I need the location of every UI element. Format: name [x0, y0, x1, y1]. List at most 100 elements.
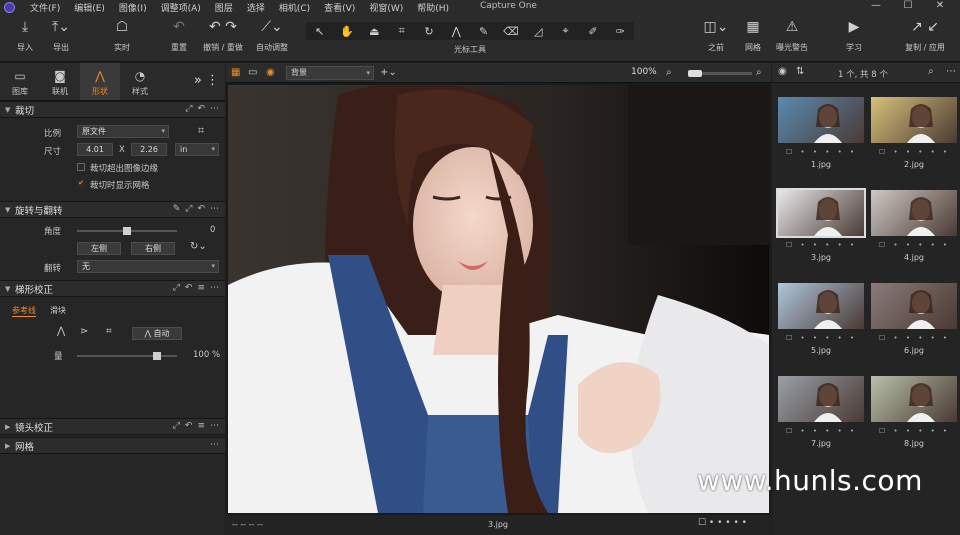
lens-section-header[interactable]: ▶ 镜头校正 ⤢ ↶ ≡ ⋯	[0, 418, 225, 435]
maximize-button[interactable]: ☐	[892, 0, 924, 11]
search-icon[interactable]: ⌕	[928, 66, 934, 77]
before-button[interactable]: ◫⌄ 之前	[700, 18, 732, 53]
thumbnail-rating[interactable]: ☐ • • • • •	[879, 427, 950, 435]
exposure-warning-button[interactable]: ⚠ 曝光警告	[770, 18, 814, 53]
tab-library[interactable]: ▭ 图库	[0, 63, 40, 100]
more-icon[interactable]: ⋯	[210, 204, 219, 214]
menu-help[interactable]: 帮助(H)	[410, 1, 456, 14]
learn-button[interactable]: ▶ 学习	[840, 18, 868, 53]
list-icon[interactable]: ≡	[197, 421, 205, 431]
gradient-icon[interactable]: ◿	[525, 25, 552, 38]
thumbnail[interactable]	[871, 190, 957, 236]
expand-icon[interactable]: ⤢	[185, 104, 192, 114]
auto-keystone-button[interactable]: ⋀ 自动	[132, 327, 182, 340]
amount-slider-knob[interactable]	[153, 352, 161, 360]
menu-image[interactable]: 图像(I)	[112, 1, 154, 14]
hand-icon[interactable]: ✋	[333, 25, 360, 38]
proof-view-icon[interactable]: ◉	[266, 67, 275, 78]
show-grid-checkbox[interactable]: ✔	[77, 180, 85, 188]
crop-section-header[interactable]: ▼ 裁切 ⤢ ↶ ⋯	[0, 101, 225, 118]
reset-icon[interactable]: ↶	[197, 204, 205, 214]
crop-tool-icon[interactable]: ⌗	[198, 124, 204, 138]
expand-icon[interactable]: ⤢	[185, 204, 192, 214]
angle-slider[interactable]	[77, 227, 177, 235]
rotate-free-icon[interactable]: ↻⌄	[190, 241, 207, 252]
single-view-icon[interactable]: ▭	[248, 67, 257, 78]
sort-icon[interactable]: ⇅	[796, 66, 804, 77]
height-input[interactable]: 2.26	[131, 143, 167, 156]
amount-value[interactable]: 100	[193, 350, 209, 360]
crop-icon[interactable]: ⌗	[388, 24, 415, 38]
keystone-vertical-icon[interactable]: ⋀	[57, 326, 65, 337]
more-icon[interactable]: ⋯	[210, 421, 219, 431]
eye-icon[interactable]: ◉	[778, 66, 787, 77]
list-icon[interactable]: ≡	[197, 283, 205, 293]
thumbnail[interactable]	[778, 283, 864, 329]
close-button[interactable]: ✕	[924, 0, 956, 11]
keystone-section-header[interactable]: ▼ 梯形校正 ⤢ ↶ ≡ ⋯	[0, 280, 225, 297]
copy-apply-button[interactable]: ↗ ↙ 复制 / 应用	[898, 18, 952, 53]
grid-button[interactable]: ▦ 网格	[740, 18, 766, 53]
heal-icon[interactable]: ✐	[579, 25, 606, 38]
multi-view-icon[interactable]: ▦	[231, 67, 240, 78]
live-button[interactable]: ☖ 实时	[108, 18, 136, 53]
zoom-level[interactable]: 100%	[631, 67, 657, 77]
add-icon[interactable]: +⌄	[380, 67, 397, 78]
reset-button[interactable]: ↶ 重置	[165, 18, 193, 53]
menu-camera[interactable]: 相机(C)	[272, 1, 317, 14]
color-picker-icon[interactable]: ✑	[607, 25, 634, 38]
thumbnail-rating[interactable]: ☐ • • • • •	[879, 148, 950, 156]
menu-select[interactable]: 选择	[240, 1, 272, 14]
thumbnail[interactable]	[871, 376, 957, 422]
menu-edit[interactable]: 编辑(E)	[67, 1, 112, 14]
pointer-icon[interactable]: ↖	[306, 25, 333, 38]
auto-adjust-button[interactable]: ⟋⌄ 自动调整	[252, 18, 292, 53]
thumbnail-rating[interactable]: ☐ • • • • •	[879, 241, 950, 249]
expand-icon[interactable]: ⤢	[173, 283, 180, 293]
background-select[interactable]: 背景 ▾	[286, 66, 374, 80]
reset-icon[interactable]: ↶	[197, 104, 205, 114]
eraser-icon[interactable]: ⌫	[497, 25, 524, 38]
width-input[interactable]: 4.01	[77, 143, 113, 156]
tab-style[interactable]: ◔ 样式	[120, 63, 160, 100]
tab-sliders[interactable]: 滑块	[50, 305, 66, 316]
tab-capture[interactable]: ◙ 联机	[40, 63, 80, 100]
thumbnail-rating[interactable]: ☐ • • • • •	[879, 334, 950, 342]
unit-select[interactable]: in ▾	[175, 143, 219, 156]
pen-icon[interactable]: ✎	[173, 204, 181, 214]
undo-redo-button[interactable]: ↶ ↷ 撤销 / 重做	[200, 18, 246, 53]
rotate-left-button[interactable]: 左侧	[77, 242, 121, 255]
reset-icon[interactable]: ↶	[185, 421, 193, 431]
thumbnail-rating[interactable]: ☐ • • • • •	[786, 241, 857, 249]
tab-guides[interactable]: 参考线	[12, 305, 36, 317]
angle-value[interactable]: 0	[210, 225, 215, 235]
export-button[interactable]: ⤒⌄ 导出	[46, 18, 76, 53]
rotate-right-button[interactable]: 右侧	[131, 242, 175, 255]
import-button[interactable]: ⤓ 导入	[12, 18, 38, 53]
menu-window[interactable]: 视窗(W)	[362, 1, 410, 14]
thumbnail[interactable]	[776, 188, 866, 238]
keystone-horizontal-icon[interactable]: ⋗	[80, 326, 88, 337]
thumbnail-rating[interactable]: ☐ • • • • •	[786, 334, 857, 342]
thumbnail[interactable]	[871, 97, 957, 143]
more-icon[interactable]: ⋯	[210, 104, 219, 114]
expand-icon[interactable]: ⤢	[173, 421, 180, 431]
more-icon[interactable]: ⋯	[210, 440, 219, 450]
brush-icon[interactable]: ✎	[470, 25, 497, 38]
stamp-icon[interactable]: ⏏	[361, 25, 388, 38]
flip-select[interactable]: 无 ▾	[77, 260, 219, 273]
rotate-icon[interactable]: ↻	[415, 25, 442, 38]
thumbnail-rating[interactable]: ☐ • • • • •	[786, 148, 857, 156]
zoom-slider-knob[interactable]	[688, 70, 702, 77]
zoom-fit-icon[interactable]: ⌕	[756, 67, 762, 78]
more-tabs-icon[interactable]: » ⋮	[194, 73, 219, 88]
reset-icon[interactable]: ↶	[185, 283, 193, 293]
angle-slider-knob[interactable]	[123, 227, 131, 235]
main-photo[interactable]	[228, 85, 769, 513]
rotate-section-header[interactable]: ▼ 旋转与翻转 ✎ ⤢ ↶ ⋯	[0, 201, 225, 218]
crop-outside-checkbox[interactable]	[77, 163, 85, 171]
more-icon[interactable]: ⋯	[946, 66, 956, 77]
rating-icons[interactable]: ☐ • • • • •	[698, 518, 747, 528]
thumbnail[interactable]	[778, 97, 864, 143]
thumbnail-rating[interactable]: ☐ • • • • •	[786, 427, 857, 435]
